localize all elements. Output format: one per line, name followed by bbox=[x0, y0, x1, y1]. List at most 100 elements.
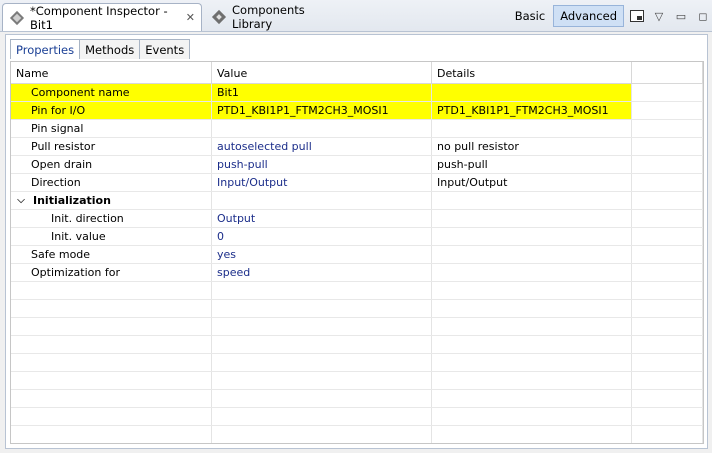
library-icon bbox=[211, 9, 227, 25]
property-details: PTD1_KBI1P1_FTM2CH3_MOSI1 bbox=[432, 102, 632, 119]
empty-row bbox=[11, 318, 703, 336]
view-layout-icon[interactable] bbox=[628, 7, 646, 25]
row-filler bbox=[632, 120, 703, 137]
empty-cell bbox=[432, 318, 632, 335]
property-details bbox=[432, 246, 632, 263]
empty-row bbox=[11, 336, 703, 354]
table-row[interactable]: Init. value 0 bbox=[11, 228, 703, 246]
component-icon bbox=[9, 10, 25, 26]
row-filler bbox=[632, 138, 703, 155]
property-details bbox=[432, 264, 632, 281]
empty-cell bbox=[212, 408, 432, 425]
empty-cell bbox=[11, 426, 212, 443]
property-name: Pin signal bbox=[11, 120, 212, 137]
column-header-value[interactable]: Value bbox=[212, 62, 432, 84]
table-row[interactable]: Pull resistor autoselected pull no pull … bbox=[11, 138, 703, 156]
empty-row bbox=[11, 354, 703, 372]
property-value[interactable]: push-pull bbox=[212, 156, 432, 173]
subtab-events[interactable]: Events bbox=[139, 39, 191, 59]
property-value[interactable]: Bit1 bbox=[212, 84, 432, 101]
table-row[interactable]: Pin signal bbox=[11, 120, 703, 138]
group-name[interactable]: ⌵ Initialization bbox=[11, 192, 212, 209]
tab-component-inspector[interactable]: *Component Inspector - Bit1 ✕ bbox=[2, 3, 202, 32]
table-row[interactable]: Safe mode yes bbox=[11, 246, 703, 264]
empty-cell bbox=[432, 408, 632, 425]
table-row[interactable]: Open drain push-pull push-pull bbox=[11, 156, 703, 174]
advanced-mode-button[interactable]: Advanced bbox=[553, 5, 624, 27]
tab-components-library[interactable]: Components Library bbox=[205, 3, 350, 31]
table-row[interactable]: Init. direction Output bbox=[11, 210, 703, 228]
property-name: Optimization for bbox=[11, 264, 212, 281]
column-header-details[interactable]: Details bbox=[432, 62, 632, 84]
empty-row bbox=[11, 282, 703, 300]
property-value[interactable]: autoselected pull bbox=[212, 138, 432, 155]
tab-label: Components Library bbox=[232, 3, 305, 31]
empty-cell bbox=[632, 300, 703, 317]
property-value[interactable] bbox=[212, 120, 432, 137]
property-details bbox=[432, 120, 632, 137]
view-menu-icon[interactable]: ▽ bbox=[650, 7, 668, 25]
tab-label: *Component Inspector - Bit1 bbox=[30, 3, 168, 32]
minimize-icon[interactable]: ▭ bbox=[672, 7, 690, 25]
property-value[interactable]: PTD1_KBI1P1_FTM2CH3_MOSI1 bbox=[212, 102, 432, 119]
empty-cell bbox=[432, 390, 632, 407]
empty-cell bbox=[11, 354, 212, 371]
inspector-panel: Properties Methods Events Name Value Det… bbox=[5, 34, 708, 449]
empty-row bbox=[11, 372, 703, 390]
empty-row bbox=[11, 300, 703, 318]
table-row[interactable]: Component name Bit1 bbox=[11, 84, 703, 102]
empty-cell bbox=[632, 354, 703, 371]
empty-cell bbox=[432, 300, 632, 317]
empty-cell bbox=[212, 426, 432, 443]
property-value[interactable]: Input/Output bbox=[212, 174, 432, 191]
empty-cell bbox=[632, 336, 703, 353]
empty-row bbox=[11, 426, 703, 443]
table-row-group[interactable]: ⌵ Initialization bbox=[11, 192, 703, 210]
empty-cell bbox=[432, 372, 632, 389]
subtab-methods[interactable]: Methods bbox=[79, 39, 141, 59]
subtab-properties[interactable]: Properties bbox=[10, 39, 81, 59]
property-name: Pin for I/O bbox=[11, 102, 212, 119]
maximize-icon[interactable]: ◻ bbox=[694, 7, 712, 25]
property-details: no pull resistor bbox=[432, 138, 632, 155]
empty-cell bbox=[11, 390, 212, 407]
empty-cell bbox=[432, 426, 632, 443]
close-icon[interactable]: ✕ bbox=[186, 11, 195, 24]
empty-cell bbox=[11, 318, 212, 335]
properties-table: Name Value Details Component name Bit1 P… bbox=[10, 61, 704, 444]
row-filler bbox=[632, 264, 703, 281]
empty-cell bbox=[632, 318, 703, 335]
property-name: Component name bbox=[11, 84, 212, 101]
table-row[interactable]: Direction Input/Output Input/Output bbox=[11, 174, 703, 192]
column-header-filler bbox=[632, 62, 703, 84]
empty-row bbox=[11, 408, 703, 426]
column-header-name[interactable]: Name bbox=[11, 62, 212, 84]
property-name: Direction bbox=[11, 174, 212, 191]
property-value[interactable]: Output bbox=[212, 210, 432, 227]
row-filler bbox=[632, 192, 703, 209]
property-value[interactable]: yes bbox=[212, 246, 432, 263]
empty-cell bbox=[432, 336, 632, 353]
table-row[interactable]: Optimization for speed bbox=[11, 264, 703, 282]
property-details bbox=[432, 84, 632, 101]
empty-cell bbox=[632, 408, 703, 425]
property-value[interactable]: speed bbox=[212, 264, 432, 281]
table-row[interactable]: Pin for I/O PTD1_KBI1P1_FTM2CH3_MOSI1 PT… bbox=[11, 102, 703, 120]
chevron-down-icon[interactable]: ⌵ bbox=[15, 195, 27, 206]
property-name: Safe mode bbox=[11, 246, 212, 263]
empty-cell bbox=[432, 282, 632, 299]
property-name: Init. value bbox=[11, 228, 212, 245]
empty-cell bbox=[632, 282, 703, 299]
empty-cell bbox=[632, 372, 703, 389]
property-details: push-pull bbox=[432, 156, 632, 173]
empty-cell bbox=[11, 372, 212, 389]
property-value[interactable]: 0 bbox=[212, 228, 432, 245]
row-filler bbox=[632, 228, 703, 245]
empty-cell bbox=[212, 282, 432, 299]
row-filler bbox=[632, 174, 703, 191]
empty-cell bbox=[632, 426, 703, 443]
basic-mode-button[interactable]: Basic bbox=[509, 5, 551, 27]
empty-cell bbox=[212, 354, 432, 371]
empty-cell bbox=[11, 300, 212, 317]
empty-row bbox=[11, 390, 703, 408]
